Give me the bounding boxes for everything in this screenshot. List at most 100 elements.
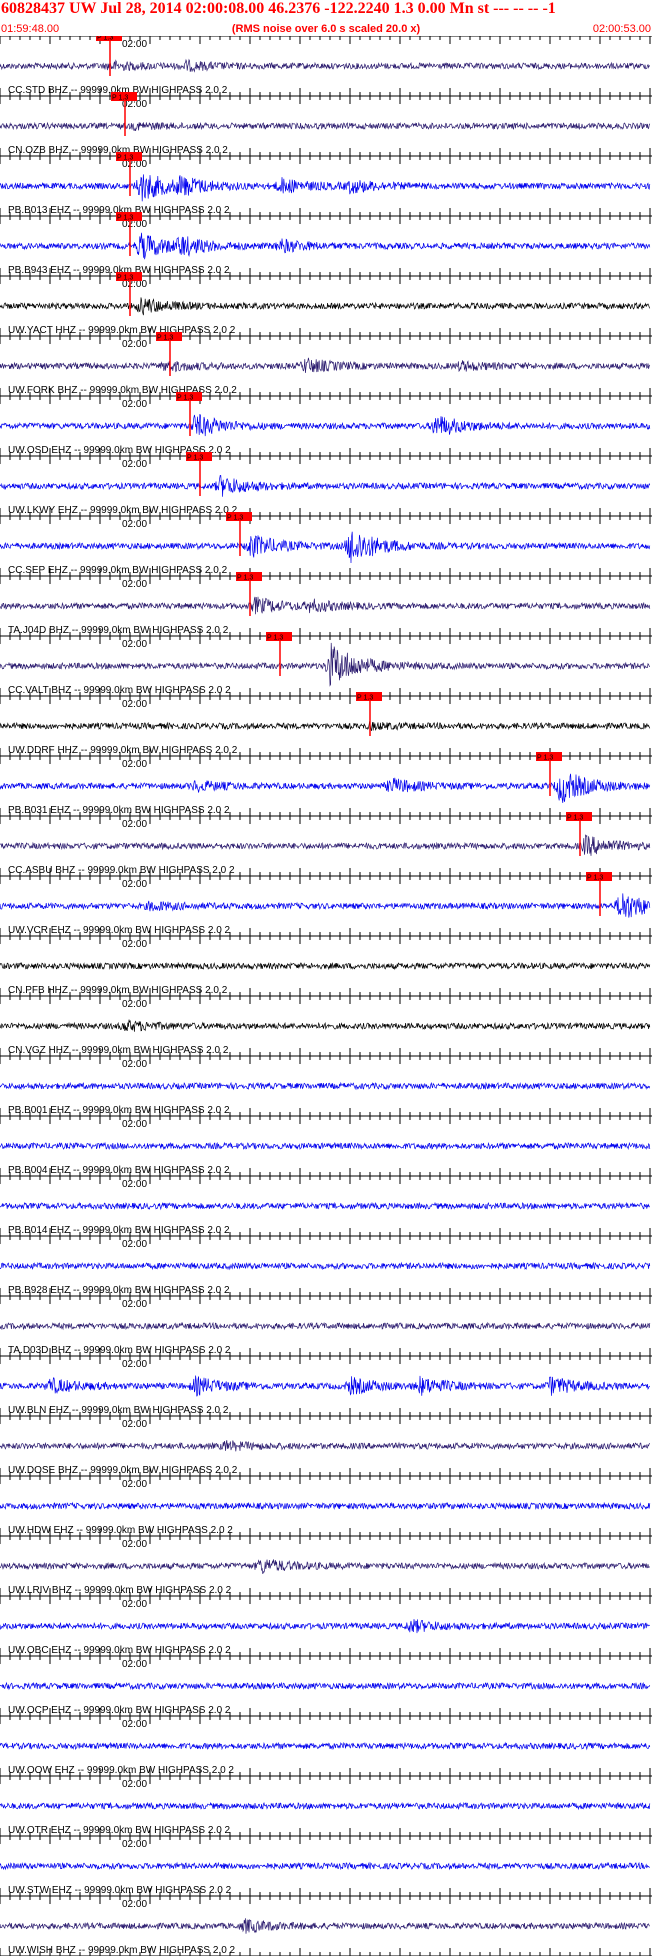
waveform-line	[0, 1681, 651, 1691]
waveform-line	[0, 531, 651, 564]
station-label: UW.OCP EHZ -- 99999.0km BW HIGHPASS 2.0 …	[8, 1705, 231, 1716]
waveform-line	[0, 1440, 651, 1452]
trace-row: 02:00 PB.B004 EHZ -- 99999.0km BW HIGHPAS…	[0, 1115, 652, 1176]
time-marker-label: 02:00	[122, 519, 147, 530]
pick-label: P 1.3	[187, 455, 203, 462]
trace-row: 02:00UW.OSD EHZ -- 99999.0km BW HIGHPASS…	[0, 392, 652, 456]
time-marker-label: 02:00	[122, 1779, 147, 1790]
time-marker-label: 02:00	[122, 459, 147, 470]
time-marker-label: 02:00	[122, 339, 147, 350]
station-label: CN.PFB HHZ -- 99999.0km BW HIGHPASS 2.0 …	[8, 985, 228, 996]
time-marker-label: 02:00	[122, 1599, 147, 1610]
waveform-line	[0, 642, 651, 687]
trace-row: 02:00 CC.VALT BHZ -- 99999.0km BW HIGHPAS…	[0, 632, 652, 696]
pick-label: P 1.3	[567, 815, 583, 822]
time-marker-label: 02:00	[122, 1239, 147, 1250]
time-marker-label: 02:00	[122, 879, 147, 890]
waveform-line	[0, 357, 651, 373]
end-time: 02:00:53.00	[592, 23, 651, 35]
station-label: UW.BLN EHZ -- 99999.0km BW HIGHPASS 2.0 …	[8, 1405, 229, 1416]
time-marker-label: 02:00	[122, 1539, 147, 1550]
time-marker-label: 02:00	[122, 1179, 147, 1190]
pick-label: P 1.3	[237, 575, 253, 582]
trace-row: 02:00 PB.B014 EHZ -- 99999.0km BW HIGHPAS…	[0, 1175, 652, 1236]
station-label: UW.STW EHZ -- 99999.0km BW HIGHPASS 2.0 …	[8, 1885, 232, 1896]
trace-row: 02:00 UW.OTR EHZ -- 99999.0km BW HIGHPASS…	[0, 1775, 652, 1836]
time-marker-label: 02:00	[122, 1359, 147, 1370]
waveform-line	[0, 174, 651, 202]
event-title: 60828437 UW Jul 28, 2014 02:00:08.00 46.…	[1, 0, 556, 17]
station-label: TA.D03D BHZ -- 99999.0km BW HIGHPASS 2.0…	[8, 1345, 231, 1356]
trace-row: 02:00 CN.PFB HHZ -- 99999.0km BW HIGHPASS…	[0, 935, 652, 996]
trace-row: 02:00 UW.OBC EHZ -- 99999.0km BW HIGHPASS…	[0, 1595, 652, 1656]
waveform-line	[0, 1321, 651, 1331]
time-marker-label: 02:00	[122, 399, 147, 410]
waveform-line	[0, 1861, 650, 1871]
trace-row: 02:00 CN.VGZ HHZ -- 99999.0km BW HIGHPASS…	[0, 995, 652, 1056]
trace-row: 02:00UW.YACT HHZ -- 99999.0km BW HIGHPAS…	[0, 272, 652, 336]
trace-row: 02:00 UW.OOW EHZ -- 99999.0km BW HIGHPASS…	[0, 1715, 652, 1776]
station-label: UW.DDRF HHZ -- 99999.0km BW HIGHPASS 2.0…	[8, 745, 238, 756]
time-marker-label: 02:00	[122, 1419, 147, 1430]
waveform-line	[0, 893, 651, 918]
waveform-line	[0, 1019, 651, 1032]
time-marker-label: 02:00	[122, 1479, 147, 1490]
station-label: UW.LKWY EHZ -- 99999.0km BW HIGHPASS 2.0…	[8, 505, 238, 516]
trace-row: 02:00 UW.VCR EHZ -- 99999.0km BW HIGHPASS…	[0, 872, 652, 936]
station-label: CC.ASBU BHZ -- 99999.0km BW HIGHPASS 2.0…	[8, 865, 235, 876]
station-label: PB.B001 EHZ -- 99999.0km BW HIGHPASS 2.0…	[8, 1105, 230, 1116]
trace-row: 02:00 PB.B928 EHZ -- 99999.0km BW HIGHPAS…	[0, 1235, 652, 1296]
time-marker-label: 02:00	[122, 759, 147, 770]
pick-label: P 1.3	[97, 36, 113, 42]
time-marker-label: 02:00	[122, 39, 147, 50]
time-marker-label: 02:00	[122, 1659, 147, 1670]
time-marker-label: 02:00	[122, 699, 147, 710]
trace-row: 02:00 UW.LKWY EHZ -- 99999.0km BW HIGHPAS…	[0, 452, 652, 516]
waveform-line	[0, 297, 651, 316]
waveform-line	[0, 1141, 651, 1151]
pick-label: P 1.3	[112, 95, 128, 102]
station-label: UW.OOW EHZ -- 99999.0km BW HIGHPASS 2.0 …	[8, 1765, 234, 1776]
station-label: UW.HDW EHZ -- 99999.0km BW HIGHPASS 2.0 …	[8, 1525, 233, 1536]
station-label: UW.LRIV BHZ -- 99999.0km BW HIGHPASS 2.0…	[8, 1585, 232, 1596]
waveform-line	[0, 961, 651, 971]
waveform-line	[0, 58, 651, 73]
waveform-line	[0, 1081, 651, 1091]
scale-note: (RMS noise over 6.0 s scaled 20.0 x)	[231, 23, 421, 35]
time-marker-label: 02:00	[122, 579, 147, 590]
trace-row: 02:00 CC.SEP EHZ -- 99999.0km BW HIGHPASS…	[0, 512, 652, 576]
pick-label: P 1.3	[117, 215, 133, 222]
waveform-line	[0, 1501, 651, 1511]
pick-label: P 1.3	[117, 275, 133, 282]
waveform-line	[0, 1559, 651, 1574]
trace-row: 02:00 PB.B001 EHZ -- 99999.0km BW HIGHPAS…	[0, 1055, 652, 1116]
pick-label: P 1.3	[227, 515, 243, 522]
station-label: UW.WISH BHZ -- 99999.0km BW HIGHPASS 2.0…	[8, 1945, 236, 1956]
time-marker-label: 02:00	[122, 1839, 147, 1850]
trace-row: 02:00 UW.BLN EHZ -- 99999.0km BW HIGHPASS…	[0, 1355, 652, 1416]
trace-row: 02:00 UW.STW EHZ -- 99999.0km BW HIGHPASS…	[0, 1835, 652, 1896]
waveform-line	[0, 596, 651, 615]
time-marker-label: 02:00	[122, 819, 147, 830]
waveform-line	[0, 1375, 650, 1397]
station-label: CC.VALT BHZ -- 99999.0km BW HIGHPASS 2.0…	[8, 685, 231, 696]
time-marker-label: 02:00	[122, 939, 147, 950]
time-marker-label: 02:00	[122, 1059, 147, 1070]
trace-row: 02:00 UW.OCP EHZ -- 99999.0km BW HIGHPASS…	[0, 1655, 652, 1716]
waveform-line	[0, 413, 651, 437]
station-label: UW.DOSE BHZ -- 99999.0km BW HIGHPASS 2.0…	[8, 1465, 238, 1476]
pick-label: P 1.3	[157, 335, 173, 342]
trace-row: 02:00 PB.B031 EHZ -- 99999.0km BW HIGHPAS…	[0, 752, 652, 816]
pick-label: P 1.3	[267, 635, 283, 642]
trace-row: 02:00 CC.ASBU BHZ -- 99999.0km BW HIGHPAS…	[0, 812, 652, 876]
seismogram-plot: 02:00CC.STD BHZ -- 99999.0km BW HIGHPASS…	[0, 36, 652, 1956]
waveform-line	[0, 773, 651, 803]
trace-row: 02:00 UW.FORK BHZ -- 99999.0km BW HIGHPAS…	[0, 332, 652, 396]
station-label: UW.OBC EHZ -- 99999.0km BW HIGHPASS 2.0 …	[8, 1645, 231, 1656]
station-label: UW.YACT HHZ -- 99999.0km BW HIGHPASS 2.0…	[8, 325, 236, 336]
plot-header: 60828437 UW Jul 28, 2014 02:00:08.00 46.…	[0, 0, 652, 40]
station-label: UW.FORK BHZ -- 99999.0km BW HIGHPASS 2.0…	[8, 385, 237, 396]
station-label: PB.B928 EHZ -- 99999.0km BW HIGHPASS 2.0…	[8, 1285, 230, 1296]
time-marker-label: 02:00	[122, 999, 147, 1010]
station-label: TA.J04D BHZ -- 99999.0km BW HIGHPASS 2.0…	[8, 625, 229, 636]
